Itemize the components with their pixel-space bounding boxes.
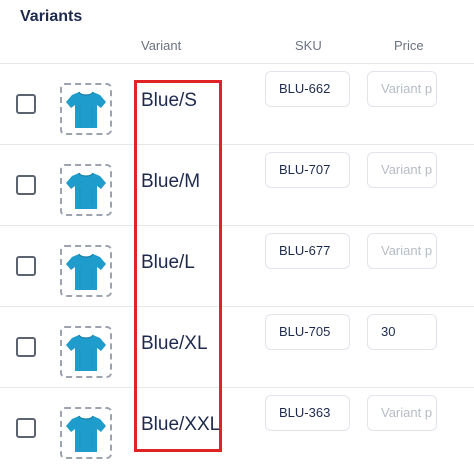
row-checkbox[interactable] <box>16 94 36 114</box>
table-row: Blue/M BLU-707 Variant p <box>0 145 474 226</box>
section-title: Variants <box>20 8 83 25</box>
price-input[interactable]: Variant p <box>367 152 437 188</box>
row-checkbox[interactable] <box>16 175 36 195</box>
sku-input[interactable]: BLU-707 <box>265 152 350 188</box>
variant-name: Blue/M <box>141 171 201 192</box>
tshirt-icon <box>66 415 106 452</box>
sku-input[interactable]: BLU-677 <box>265 233 350 269</box>
variant-image[interactable] <box>60 407 112 459</box>
row-checkbox[interactable] <box>16 418 36 438</box>
tshirt-icon <box>66 172 106 209</box>
variant-image[interactable] <box>60 245 112 297</box>
sku-input[interactable]: BLU-705 <box>265 314 350 350</box>
table-row: Blue/L BLU-677 Variant p <box>0 226 474 307</box>
row-checkbox[interactable] <box>16 256 36 276</box>
sku-input[interactable]: BLU-363 <box>265 395 350 431</box>
sku-input[interactable]: BLU-662 <box>265 71 350 107</box>
row-checkbox[interactable] <box>16 337 36 357</box>
column-header-sku: SKU <box>295 38 322 53</box>
tshirt-icon <box>66 334 106 371</box>
column-header-price: Price <box>394 38 424 53</box>
tshirt-icon <box>66 253 106 290</box>
tshirt-icon <box>66 91 106 128</box>
variant-name: Blue/L <box>141 252 195 273</box>
variant-image[interactable] <box>60 164 112 216</box>
variant-image[interactable] <box>60 83 112 135</box>
table-row: Blue/S BLU-662 Variant p <box>0 64 474 145</box>
variant-image[interactable] <box>60 326 112 378</box>
variant-name: Blue/XXL <box>141 414 221 435</box>
column-header-variant: Variant <box>141 38 182 53</box>
price-input[interactable]: Variant p <box>367 395 437 431</box>
table-header: Variant SKU Price <box>0 38 474 60</box>
price-input[interactable]: Variant p <box>367 71 437 107</box>
price-input[interactable]: Variant p <box>367 233 437 269</box>
variant-name: Blue/XL <box>141 333 208 354</box>
price-input[interactable]: 30 <box>367 314 437 350</box>
table-row: Blue/XL BLU-705 30 <box>0 307 474 388</box>
variant-name: Blue/S <box>141 90 197 111</box>
table-row: Blue/XXL BLU-363 Variant p <box>0 388 474 468</box>
